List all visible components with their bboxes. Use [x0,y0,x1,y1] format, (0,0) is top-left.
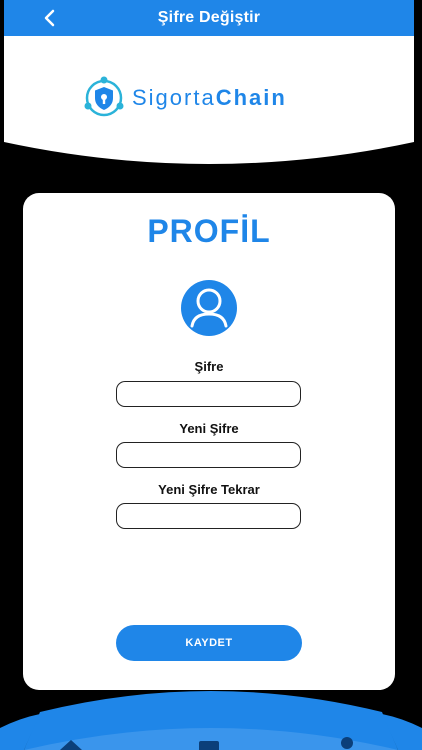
confirm-password-label: Yeni Şifre Tekrar [158,482,260,497]
home-icon[interactable] [58,738,84,750]
profile-card: PROFİL Şifre Yeni Şifre Yeni Şifre Tekra… [23,193,395,690]
nav-bar: Şifre Değiştir [4,0,414,36]
chevron-left-icon [44,9,55,27]
new-password-label: Yeni Şifre [179,421,239,436]
logo: SigortaChain [82,76,287,120]
back-button[interactable] [34,0,64,36]
user-avatar-icon [181,280,237,336]
logo-text-bold: Chain [215,85,287,110]
password-input[interactable] [116,381,301,407]
card-icon[interactable] [197,739,221,750]
new-password-input[interactable] [116,442,301,468]
logo-text-light: Sigorta [132,85,216,110]
confirm-password-input[interactable] [116,503,301,529]
bottom-tab-bar [0,688,422,750]
header: SigortaChain [4,36,414,176]
save-button[interactable]: KAYDET [116,625,302,661]
profile-heading: PROFİL [147,213,271,249]
screen: Şifre Değiştir SigortaChain PROFİL Şifre… [0,0,422,750]
logo-text: SigortaChain [132,85,287,111]
page-title: Şifre Değiştir [157,9,261,26]
password-label: Şifre [194,359,224,374]
shield-network-icon [84,76,124,117]
user-icon[interactable] [337,736,357,750]
